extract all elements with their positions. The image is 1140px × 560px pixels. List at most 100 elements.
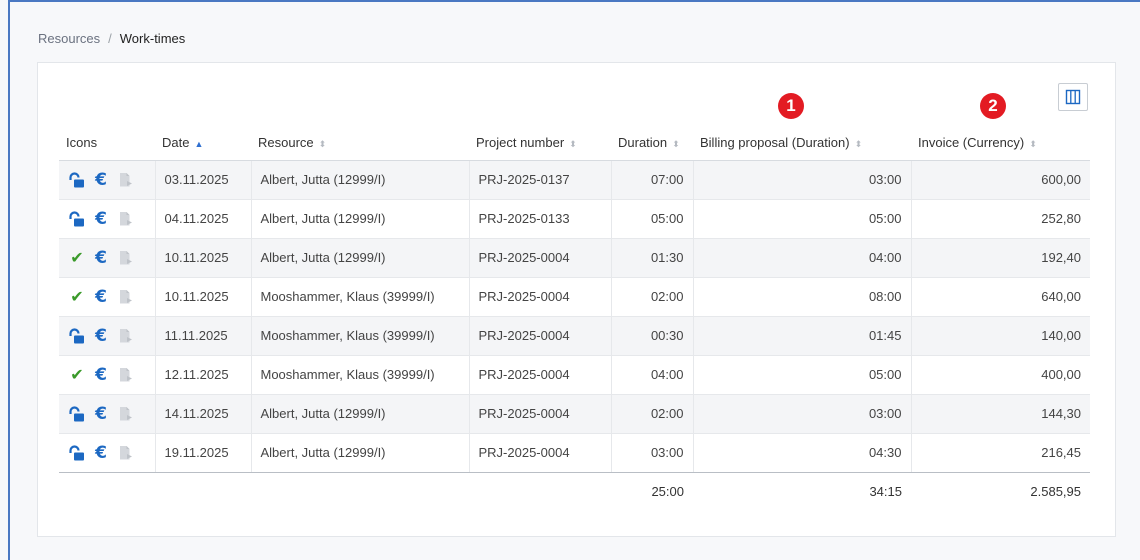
- cell-project-number: PRJ-2025-0133: [469, 199, 612, 239]
- unlocked-lock-icon[interactable]: [68, 444, 86, 462]
- cell-billing-proposal: 05:00: [693, 199, 912, 239]
- unlocked-lock-icon[interactable]: [68, 171, 86, 189]
- cell-duration: 02:00: [611, 394, 694, 434]
- sort-icon: ⬍: [569, 138, 577, 149]
- cell-billing-proposal: 04:30: [693, 433, 912, 473]
- cell-invoice: 140,00: [911, 316, 1090, 356]
- sort-ascending-icon: ▲: [194, 138, 204, 149]
- row-icons: €: [59, 433, 156, 473]
- column-header-project-number[interactable]: Project number ⬍: [469, 125, 611, 161]
- column-header-resource-label: Resource: [258, 134, 314, 150]
- table-row[interactable]: €14.11.2025 Albert, Jutta (12999/I) PRJ-20…: [59, 394, 1090, 434]
- checkmark-icon[interactable]: ✔: [68, 248, 86, 267]
- annotation-marker-2: 2: [980, 93, 1006, 119]
- document-icon: [116, 366, 134, 384]
- unlocked-lock-icon[interactable]: [68, 327, 86, 345]
- cell-resource: Albert, Jutta (12999/I): [251, 394, 470, 434]
- annotation-marker-1: 1: [778, 93, 804, 119]
- table-row[interactable]: €03.11.2025 Albert, Jutta (12999/I) PRJ-20…: [59, 160, 1090, 200]
- cell-project-number: PRJ-2025-0004: [469, 355, 612, 395]
- total-invoice: 2.585,95: [1030, 484, 1081, 500]
- cell-date: 11.11.2025: [155, 316, 252, 356]
- cell-billing-proposal: 01:45: [693, 316, 912, 356]
- cell-invoice: 600,00: [911, 160, 1090, 200]
- total-duration: 25:00: [651, 484, 684, 500]
- table-body: €03.11.2025 Albert, Jutta (12999/I) PRJ-20…: [59, 160, 1090, 473]
- euro-icon[interactable]: €: [92, 287, 110, 307]
- cell-date: 12.11.2025: [155, 355, 252, 395]
- cell-date: 14.11.2025: [155, 394, 252, 434]
- cell-date: 04.11.2025: [155, 199, 252, 239]
- cell-duration: 04:00: [611, 355, 694, 395]
- cell-resource: Albert, Jutta (12999/I): [251, 199, 470, 239]
- cell-billing-proposal: 05:00: [693, 355, 912, 395]
- cell-duration: 03:00: [611, 433, 694, 473]
- row-icons: €: [59, 160, 156, 200]
- cell-project-number: PRJ-2025-0004: [469, 433, 612, 473]
- breadcrumb: Resources / Work-times: [38, 31, 185, 46]
- column-header-duration-label: Duration: [618, 134, 668, 150]
- euro-icon[interactable]: €: [92, 170, 110, 190]
- row-icons: €: [59, 394, 156, 434]
- document-icon: [116, 210, 134, 228]
- column-chooser-button[interactable]: [1058, 83, 1088, 111]
- cell-duration: 07:00: [611, 160, 694, 200]
- euro-icon[interactable]: €: [92, 326, 110, 346]
- cell-project-number: PRJ-2025-0137: [469, 160, 612, 200]
- table-row[interactable]: ✔ €12.11.2025 Mooshammer, Klaus (39999/I) P…: [59, 355, 1090, 395]
- document-icon: [116, 327, 134, 345]
- document-icon: [116, 405, 134, 423]
- column-header-resource[interactable]: Resource ⬍: [251, 125, 469, 161]
- sort-icon: ⬍: [318, 138, 327, 149]
- column-header-icons-label: Icons: [66, 134, 98, 150]
- document-icon: [116, 288, 134, 306]
- columns-icon: [1065, 89, 1081, 105]
- row-icons: ✔ €: [59, 238, 156, 278]
- sort-icon: ⬍: [1029, 138, 1037, 149]
- column-header-billing-proposal[interactable]: Billing proposal (Duration) ⬍: [693, 125, 911, 161]
- row-icons: ✔ €: [59, 355, 156, 395]
- euro-icon[interactable]: €: [92, 404, 110, 424]
- cell-resource: Albert, Jutta (12999/I): [251, 160, 470, 200]
- column-header-invoice[interactable]: Invoice (Currency) ⬍: [911, 125, 1090, 161]
- table-row[interactable]: ✔ €10.11.2025 Mooshammer, Klaus (39999/I) P…: [59, 277, 1090, 317]
- column-header-date[interactable]: Date ▲: [155, 125, 251, 161]
- row-icons: €: [59, 316, 156, 356]
- euro-icon[interactable]: €: [92, 209, 110, 229]
- unlocked-lock-icon[interactable]: [68, 210, 86, 228]
- column-header-billing-label: Billing proposal (Duration): [700, 134, 850, 150]
- column-header-invoice-label: Invoice (Currency): [918, 134, 1025, 150]
- cell-duration: 02:00: [611, 277, 694, 317]
- cell-duration: 05:00: [611, 199, 694, 239]
- euro-icon[interactable]: €: [92, 365, 110, 385]
- cell-date: 10.11.2025: [155, 238, 252, 278]
- column-header-duration[interactable]: Duration ⬍: [611, 125, 693, 161]
- breadcrumb-resources-link[interactable]: Resources: [38, 31, 100, 46]
- row-icons: €: [59, 199, 156, 239]
- totals-row: 25:00 34:15 2.585,95: [59, 472, 1090, 511]
- column-header-icons: Icons: [59, 125, 155, 161]
- work-times-table: Icons Date ▲ Resource ⬍ Project number ⬍ Du…: [59, 125, 1090, 511]
- cell-resource: Mooshammer, Klaus (39999/I): [251, 355, 470, 395]
- cell-project-number: PRJ-2025-0004: [469, 277, 612, 317]
- table-header-row: Icons Date ▲ Resource ⬍ Project number ⬍ Du…: [59, 125, 1090, 161]
- unlocked-lock-icon[interactable]: [68, 405, 86, 423]
- checkmark-icon[interactable]: ✔: [68, 365, 86, 384]
- checkmark-icon[interactable]: ✔: [68, 287, 86, 306]
- cell-billing-proposal: 03:00: [693, 394, 912, 434]
- cell-invoice: 252,80: [911, 199, 1090, 239]
- euro-icon[interactable]: €: [92, 248, 110, 268]
- table-row[interactable]: €11.11.2025 Mooshammer, Klaus (39999/I) PR…: [59, 316, 1090, 356]
- total-billing-proposal: 34:15: [869, 484, 902, 500]
- euro-icon[interactable]: €: [92, 443, 110, 463]
- table-row[interactable]: €19.11.2025 Albert, Jutta (12999/I) PRJ-20…: [59, 433, 1090, 473]
- cell-invoice: 216,45: [911, 433, 1090, 473]
- breadcrumb-separator: /: [108, 31, 112, 46]
- table-row[interactable]: €04.11.2025 Albert, Jutta (12999/I) PRJ-20…: [59, 199, 1090, 239]
- table-row[interactable]: ✔ €10.11.2025 Albert, Jutta (12999/I) PRJ-2…: [59, 238, 1090, 278]
- cell-resource: Mooshammer, Klaus (39999/I): [251, 316, 470, 356]
- app-frame: Resources / Work-times 1 2 Icons Date ▲ Res…: [8, 0, 1140, 560]
- cell-project-number: PRJ-2025-0004: [469, 394, 612, 434]
- sort-icon: ⬍: [672, 138, 680, 149]
- row-icons: ✔ €: [59, 277, 156, 317]
